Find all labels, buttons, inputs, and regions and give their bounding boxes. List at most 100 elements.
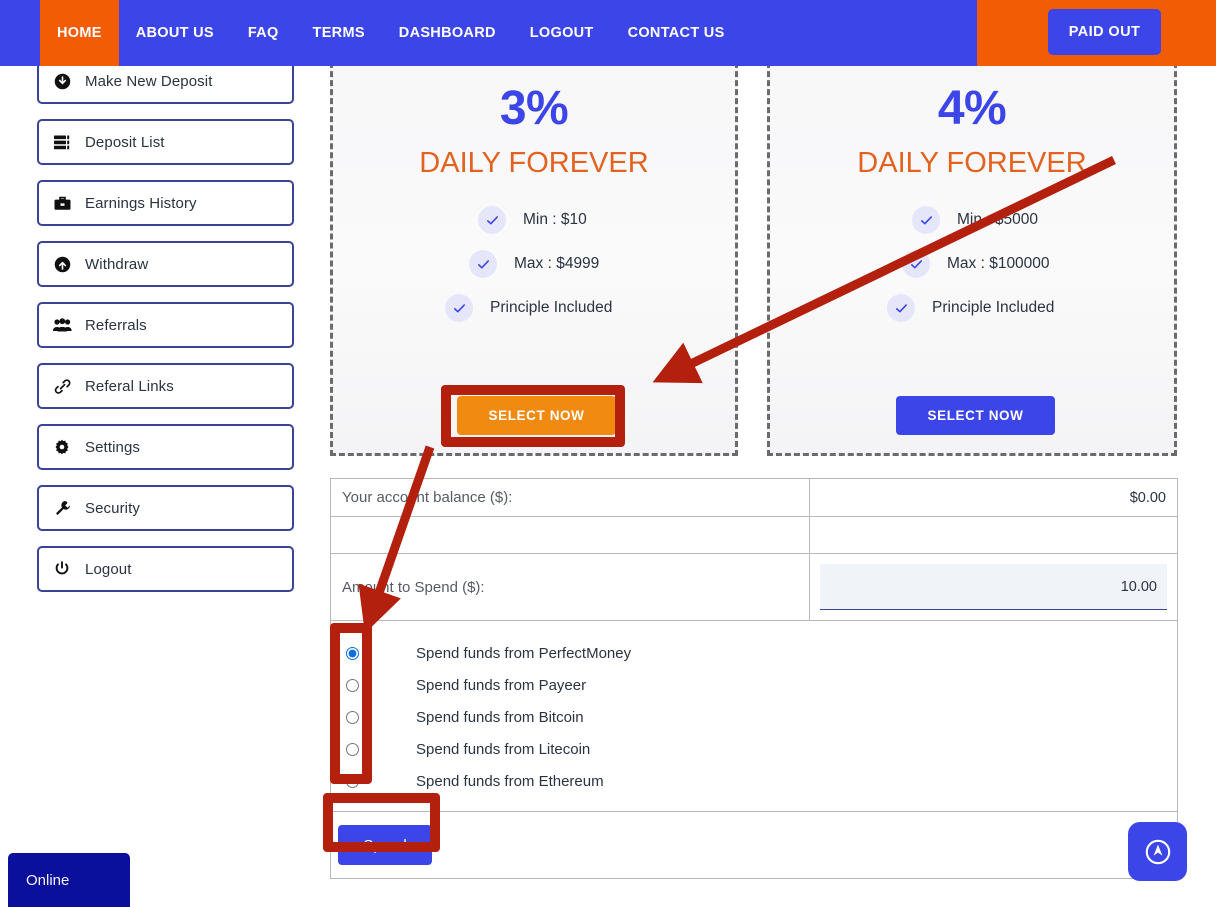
sidebar-item-earnings-history[interactable]: Earnings History <box>37 180 294 226</box>
link-icon <box>39 378 85 395</box>
amount-label: Amount to Spend ($): <box>330 553 810 621</box>
navigation-circle-icon <box>1145 839 1170 864</box>
blank-cell-right <box>809 516 1178 554</box>
sidebar-item-referrals[interactable]: Referrals <box>37 302 294 348</box>
download-circle-icon <box>39 73 85 90</box>
gear-icon <box>39 439 85 455</box>
wrench-icon <box>39 500 85 517</box>
radio-litecoin-box[interactable] <box>331 742 373 756</box>
sidebar-item-settings[interactable]: Settings <box>37 424 294 470</box>
page-root: 3% DAILY FOREVER Min : $10 Max : $4999 P… <box>0 0 1216 907</box>
plan-features: Min : $5000 Max : $100000 Principle Incl… <box>770 206 1174 338</box>
users-icon <box>39 318 85 332</box>
plan-feature-row: Max : $100000 <box>770 250 1174 278</box>
table-row-balance: Your account balance ($): $0.00 <box>330 478 1178 517</box>
sidebar-item-withdraw[interactable]: Withdraw <box>37 241 294 287</box>
payment-option-row[interactable]: Spend funds from Bitcoin <box>331 701 1177 733</box>
sidebar-item-label: Earnings History <box>85 194 197 212</box>
nav-item-home[interactable]: HOME <box>40 0 119 66</box>
plan-feature-label: Max : $100000 <box>947 255 1050 272</box>
nav-left-spacer <box>0 0 40 66</box>
nav-item-contact-us[interactable]: CONTACT US <box>611 0 742 66</box>
sidebar-item-label: Security <box>85 499 140 517</box>
check-icon <box>445 294 473 322</box>
plan-feature-row: Max : $4999 <box>333 250 735 278</box>
select-now-button-4-percent[interactable]: SELECT NOW <box>896 396 1055 435</box>
plan-feature-row: Principle Included <box>770 294 1174 322</box>
nav-item-about-us[interactable]: ABOUT US <box>119 0 231 66</box>
radio-bitcoin[interactable] <box>345 710 359 724</box>
sidebar-item-label: Referrals <box>85 316 147 334</box>
payment-option-label: Spend funds from Bitcoin <box>416 708 584 726</box>
sidebar-item-label: Make New Deposit <box>85 72 213 90</box>
navigation-circle-icon-button[interactable] <box>1128 822 1187 881</box>
nav-item-dashboard[interactable]: DASHBOARD <box>382 0 513 66</box>
sidebar-item-security[interactable]: Security <box>37 485 294 531</box>
balance-value: $0.00 <box>809 478 1178 517</box>
radio-perfectmoney[interactable] <box>345 646 359 660</box>
plan-feature-label: Min : $5000 <box>957 211 1038 228</box>
payment-option-row[interactable]: Spend funds from Ethereum <box>331 765 1177 797</box>
radio-perfectmoney-box[interactable] <box>331 646 373 660</box>
payment-option-label: Spend funds from PerfectMoney <box>416 644 632 662</box>
check-icon <box>478 206 506 234</box>
submit-cell: Spend <box>330 811 1178 879</box>
plan-feature-label: Min : $10 <box>523 211 587 228</box>
plan-card-body: 4% DAILY FOREVER Min : $5000 Max : $1000… <box>770 47 1174 453</box>
sidebar: Make New Deposit Deposit List Earnings H… <box>37 58 294 607</box>
payment-option-label: Spend funds from Ethereum <box>416 772 604 790</box>
nav-item-logout[interactable]: LOGOUT <box>513 0 611 66</box>
upload-circle-icon <box>39 256 85 273</box>
check-icon <box>902 250 930 278</box>
spend-form-table: Your account balance ($): $0.00 Amount t… <box>330 478 1178 879</box>
sidebar-item-label: Withdraw <box>85 255 149 273</box>
plan-feature-label: Max : $4999 <box>514 255 600 272</box>
main-navigation: HOME ABOUT US FAQ TERMS DASHBOARD LOGOUT… <box>0 0 742 66</box>
sidebar-item-deposit-list[interactable]: Deposit List <box>37 119 294 165</box>
plan-feature-row: Min : $10 <box>333 206 735 234</box>
nav-item-terms[interactable]: TERMS <box>296 0 382 66</box>
check-icon <box>469 250 497 278</box>
plan-card-body: 3% DAILY FOREVER Min : $10 Max : $4999 P… <box>333 47 735 453</box>
check-icon <box>887 294 915 322</box>
spend-button[interactable]: Spend <box>338 825 432 865</box>
radio-payeer[interactable] <box>345 678 359 692</box>
site-header: HOME ABOUT US FAQ TERMS DASHBOARD LOGOUT… <box>0 0 1216 66</box>
plan-rate: 3% <box>499 82 569 135</box>
amount-to-spend-input[interactable] <box>820 564 1167 610</box>
paid-out-button[interactable]: PAID OUT <box>1048 9 1161 55</box>
select-now-button-3-percent[interactable]: SELECT NOW <box>457 396 616 435</box>
plan-features: Min : $10 Max : $4999 Principle Included <box>333 206 735 338</box>
payment-option-row[interactable]: Spend funds from Payeer <box>331 669 1177 701</box>
radio-bitcoin-box[interactable] <box>331 710 373 724</box>
plan-period: DAILY FOREVER <box>419 147 649 179</box>
sidebar-item-logout[interactable]: Logout <box>37 546 294 592</box>
amount-input-cell <box>809 553 1178 621</box>
table-row-payment-options: Spend funds from PerfectMoney Spend fund… <box>330 620 1178 812</box>
payment-options-cell: Spend funds from PerfectMoney Spend fund… <box>330 620 1178 812</box>
sidebar-item-referal-links[interactable]: Referal Links <box>37 363 294 409</box>
chat-online-label: Online <box>26 871 70 889</box>
payment-option-row[interactable]: Spend funds from Litecoin <box>331 733 1177 765</box>
radio-ethereum-box[interactable] <box>331 774 373 788</box>
briefcase-icon <box>39 196 85 211</box>
plan-feature-row: Min : $5000 <box>770 206 1174 234</box>
payment-option-label: Spend funds from Payeer <box>416 676 587 694</box>
table-row-amount: Amount to Spend ($): <box>330 553 1178 621</box>
plan-feature-label: Principle Included <box>490 299 613 316</box>
sidebar-item-label: Settings <box>85 438 140 456</box>
radio-payeer-box[interactable] <box>331 678 373 692</box>
plan-period: DAILY FOREVER <box>857 147 1087 179</box>
plan-card-3-percent: 3% DAILY FOREVER Min : $10 Max : $4999 P… <box>330 44 738 456</box>
plan-card-4-percent: 4% DAILY FOREVER Min : $5000 Max : $1000… <box>767 44 1177 456</box>
sidebar-item-label: Logout <box>85 560 132 578</box>
nav-item-faq[interactable]: FAQ <box>231 0 296 66</box>
sidebar-item-label: Referal Links <box>85 377 174 395</box>
plan-feature-label: Principle Included <box>932 299 1055 316</box>
power-icon <box>39 561 85 577</box>
radio-ethereum[interactable] <box>345 774 359 788</box>
list-server-icon <box>39 135 85 150</box>
radio-litecoin[interactable] <box>345 742 359 756</box>
payment-option-row[interactable]: Spend funds from PerfectMoney <box>331 637 1177 669</box>
live-chat-online-widget[interactable]: Online <box>8 853 130 907</box>
